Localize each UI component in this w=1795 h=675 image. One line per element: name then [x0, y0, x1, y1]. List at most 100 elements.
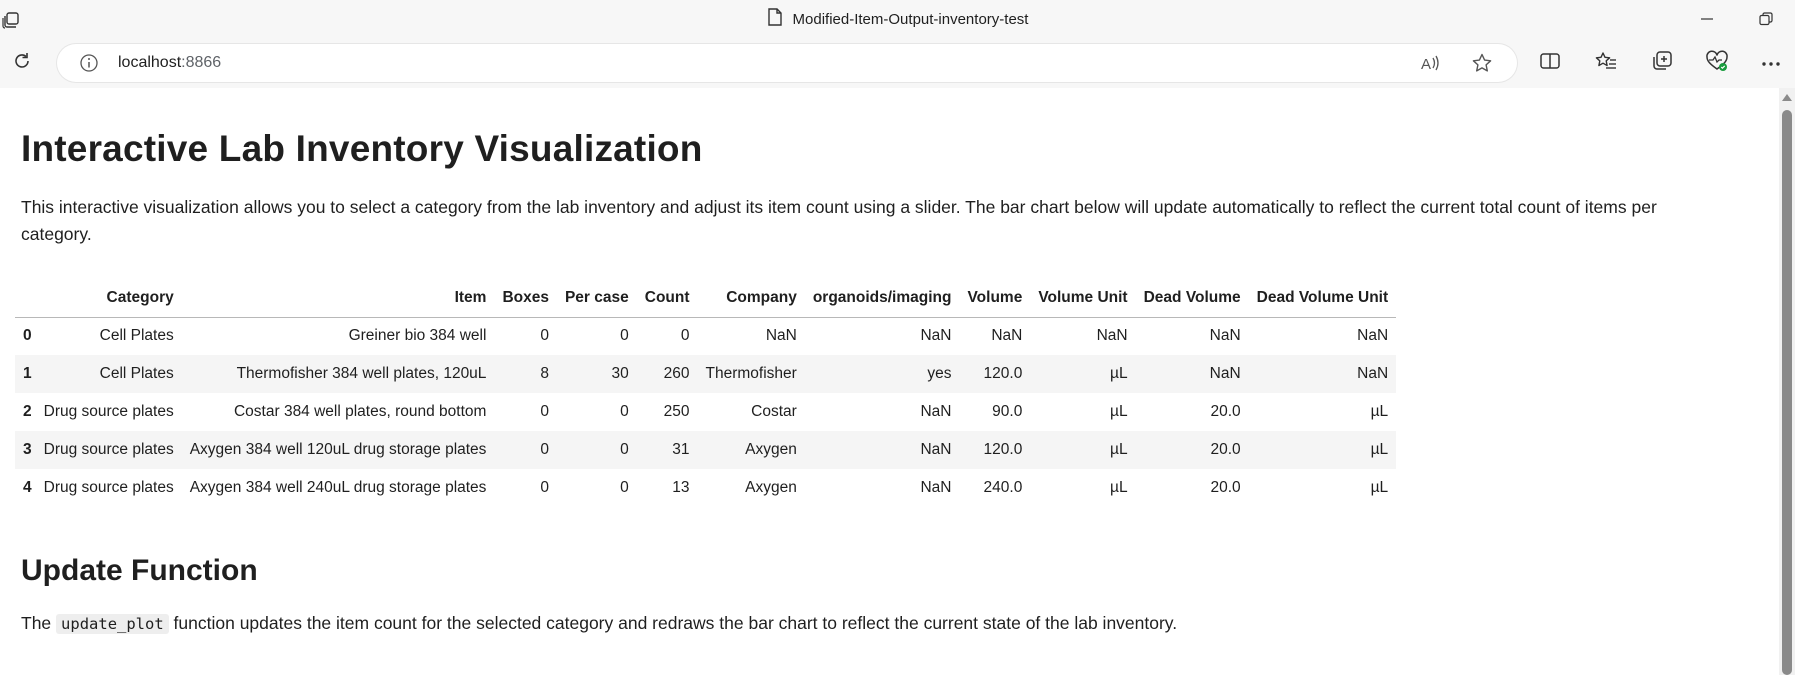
- table-cell: Axygen 384 well 240uL drug storage plate…: [189, 479, 487, 496]
- url-port: :8866: [181, 54, 222, 71]
- column-header: [15, 280, 36, 318]
- more-button[interactable]: [1754, 46, 1788, 80]
- star-icon[interactable]: [1471, 52, 1493, 79]
- column-header: Dead Volume Unit: [1248, 280, 1397, 318]
- table-cell: Greiner bio 384 well: [348, 327, 487, 345]
- split-screen-button[interactable]: [1533, 46, 1567, 80]
- intro-paragraph: This interactive visualization allows yo…: [21, 197, 1657, 244]
- table-cell: 0: [540, 327, 549, 345]
- table-cell: Axygen 384 well 120uL drug storage plate…: [189, 441, 487, 458]
- column-header: Dead Volume: [1135, 280, 1249, 318]
- table-row: 2 Drug source plates Costar 384 well pla…: [15, 393, 1396, 431]
- row-index: 0: [23, 327, 32, 345]
- column-header: Volume Unit: [1030, 280, 1136, 318]
- favorites-icon: [1595, 51, 1617, 76]
- table-cell: 20.0: [1210, 479, 1241, 496]
- table-cell: 0: [540, 479, 549, 496]
- table-cell: 0: [540, 403, 549, 420]
- row-index: 4: [23, 479, 32, 496]
- table-cell: 0: [540, 441, 549, 458]
- table-cell: µL: [1370, 441, 1389, 458]
- more-icon: [1761, 54, 1781, 72]
- table-cell: 31: [672, 441, 690, 458]
- column-header: Volume: [959, 280, 1031, 318]
- table-cell: 90.0: [992, 403, 1023, 420]
- page-content: Interactive Lab Inventory Visualization …: [0, 88, 1779, 675]
- table-cell: µL: [1110, 365, 1128, 382]
- table-cell: 250: [663, 403, 690, 420]
- column-header: Company: [697, 280, 805, 318]
- table-cell: 20.0: [1210, 403, 1241, 420]
- table-row: 0 Cell Plates Greiner bio 384 well 0 0 0…: [15, 317, 1396, 355]
- table-cell: µL: [1110, 479, 1128, 496]
- table-cell: µL: [1110, 403, 1128, 420]
- table-cell: µL: [1370, 479, 1389, 496]
- table-cell: NaN: [920, 441, 952, 458]
- url-text[interactable]: localhost:8866: [118, 44, 221, 82]
- table-cell: NaN: [920, 403, 952, 420]
- read-aloud-icon[interactable]: A: [1419, 52, 1441, 79]
- table-cell: 0: [620, 441, 629, 458]
- row-index: 3: [23, 441, 32, 458]
- favorites-button[interactable]: [1589, 46, 1623, 80]
- table-cell: Drug source plates: [43, 403, 174, 420]
- split-screen-icon: [1539, 51, 1561, 76]
- svg-text:A: A: [1421, 56, 1431, 73]
- restore-button[interactable]: [1743, 0, 1789, 38]
- table-cell: Axygen: [745, 441, 797, 458]
- table-cell: 20.0: [1210, 441, 1241, 458]
- refresh-button[interactable]: [5, 46, 39, 80]
- collections-button[interactable]: [1645, 46, 1679, 80]
- column-header: Category: [35, 280, 182, 318]
- table-cell: NaN: [920, 479, 952, 496]
- table-cell: NaN: [920, 327, 952, 345]
- column-header: organoids/imaging: [804, 280, 960, 318]
- column-header: Per case: [556, 280, 637, 318]
- table-cell: Drug source plates: [43, 441, 174, 458]
- table-cell: Costar 384 well plates, round bottom: [233, 403, 487, 420]
- table-cell: 120.0: [983, 441, 1023, 458]
- table-cell: 8: [540, 365, 549, 382]
- table-cell: NaN: [765, 327, 797, 345]
- table-cell: 0: [620, 479, 629, 496]
- table-row: 1 Cell Plates Thermofisher 384 well plat…: [15, 355, 1397, 393]
- minimize-button[interactable]: [1684, 0, 1730, 38]
- table-cell: yes: [927, 365, 952, 382]
- window-title: Modified-Item-Output-inventory-test: [792, 10, 1029, 28]
- column-header: Boxes: [494, 280, 557, 318]
- table-cell: NaN: [1209, 365, 1241, 382]
- table-cell: µL: [1370, 403, 1389, 420]
- browser-toolbar: localhost:8866 A: [0, 38, 1795, 88]
- table-row: 4 Drug source plates Axygen 384 well 240…: [15, 469, 1396, 507]
- table-cell: 120.0: [983, 365, 1023, 382]
- table-cell: 0: [680, 327, 690, 345]
- table-cell: NaN: [1357, 327, 1389, 345]
- scroll-thumb[interactable]: [1782, 110, 1792, 675]
- table-cell: NaN: [991, 327, 1023, 345]
- column-header: Item: [181, 280, 495, 318]
- table-cell: NaN: [1096, 327, 1128, 345]
- section-title: Update Function: [21, 554, 258, 587]
- title-bar: Modified-Item-Output-inventory-test: [0, 0, 1795, 38]
- table-cell: Thermofisher 384 well plates, 120uL: [236, 365, 487, 382]
- row-index: 2: [23, 403, 32, 420]
- table-cell: Costar: [751, 403, 797, 420]
- table-cell: Drug source plates: [43, 479, 174, 496]
- table-cell: Axygen: [745, 479, 797, 496]
- table-cell: 0: [620, 327, 629, 345]
- browser-essentials-icon: [1705, 49, 1729, 77]
- table-row: 3 Drug source plates Axygen 384 well 120…: [15, 431, 1397, 469]
- table-cell: Cell Plates: [99, 365, 174, 382]
- address-bar[interactable]: localhost:8866 A: [57, 44, 1517, 82]
- info-icon[interactable]: [79, 53, 99, 73]
- scroll-up-arrow-icon[interactable]: [1782, 94, 1792, 101]
- collections-icon: [1651, 50, 1673, 77]
- vertical-scrollbar[interactable]: [1779, 88, 1795, 675]
- url-host: localhost: [118, 54, 182, 71]
- table-cell: 260: [663, 365, 690, 382]
- table-cell: µL: [1110, 441, 1128, 458]
- table-header-row: Category Item Boxes Per case Count Compa…: [15, 280, 1397, 318]
- table-cell: 13: [672, 479, 690, 496]
- browser-essentials-button[interactable]: [1700, 46, 1734, 80]
- row-index: 1: [23, 365, 32, 382]
